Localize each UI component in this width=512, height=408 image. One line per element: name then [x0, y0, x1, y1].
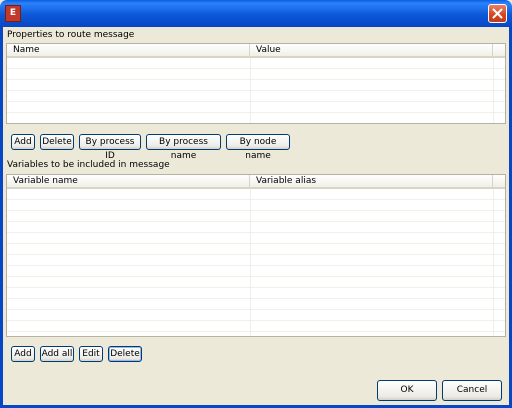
table-row[interactable]	[7, 299, 505, 310]
properties-table[interactable]: Name Value	[6, 43, 506, 124]
add-variable-button[interactable]: Add	[11, 346, 35, 362]
column-header-variable-name[interactable]: Variable name	[7, 175, 250, 188]
table-row[interactable]	[7, 80, 505, 91]
table-row[interactable]	[7, 233, 505, 244]
edit-variable-button[interactable]: Edit	[79, 346, 103, 362]
table-row[interactable]	[7, 277, 505, 288]
app-icon: E	[5, 5, 21, 22]
column-header-name[interactable]: Name	[7, 44, 250, 57]
by-node-name-button[interactable]: By node name	[226, 134, 290, 161]
table-row[interactable]	[7, 288, 505, 299]
table-row[interactable]	[7, 321, 505, 332]
table-row[interactable]	[7, 102, 505, 113]
cancel-button[interactable]: Cancel	[442, 380, 502, 401]
add-all-variables-button[interactable]: Add all	[40, 346, 74, 362]
window-frame-left	[0, 27, 3, 408]
table-row[interactable]	[7, 91, 505, 102]
properties-table-header: Name Value	[7, 44, 505, 58]
table-row[interactable]	[7, 211, 505, 222]
properties-section-label: Properties to route message	[7, 30, 135, 40]
table-row[interactable]	[7, 69, 505, 80]
column-header-variable-alias[interactable]: Variable alias	[250, 175, 493, 188]
table-row[interactable]	[7, 200, 505, 211]
title-bar: E	[0, 0, 512, 27]
properties-table-body[interactable]	[7, 58, 505, 123]
column-header-value[interactable]: Value	[250, 44, 493, 57]
variables-table-header: Variable name Variable alias	[7, 175, 505, 189]
table-row[interactable]	[7, 244, 505, 255]
table-row[interactable]	[7, 58, 505, 69]
variables-table[interactable]: Variable name Variable alias	[6, 174, 506, 337]
add-property-button[interactable]: Add	[11, 134, 35, 150]
table-row[interactable]	[7, 310, 505, 321]
close-button[interactable]	[488, 4, 507, 23]
delete-property-button[interactable]: Delete	[40, 134, 74, 150]
by-process-id-button[interactable]: By process ID	[79, 134, 141, 161]
table-row[interactable]	[7, 113, 505, 123]
by-process-name-button[interactable]: By process name	[146, 134, 221, 161]
table-row[interactable]	[7, 332, 505, 336]
table-row[interactable]	[7, 222, 505, 233]
close-x-icon	[492, 8, 503, 19]
table-row[interactable]	[7, 255, 505, 266]
delete-variable-button[interactable]: Delete	[108, 346, 142, 362]
table-row[interactable]	[7, 189, 505, 200]
table-row[interactable]	[7, 266, 505, 277]
ok-button[interactable]: OK	[377, 380, 437, 401]
variables-section-label: Variables to be included in message	[7, 160, 170, 170]
variables-table-body[interactable]	[7, 189, 505, 336]
